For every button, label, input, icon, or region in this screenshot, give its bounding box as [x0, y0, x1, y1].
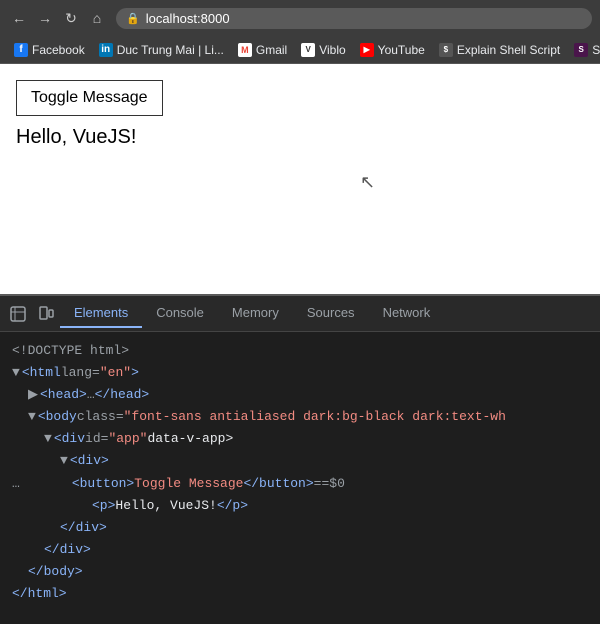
devtools-inspect-icon[interactable] [4, 302, 32, 326]
steam-slack-favicon: S [574, 43, 588, 57]
code-line-p: <p>Hello, VueJS!</p> [12, 495, 588, 517]
devtools-panel: Elements Console Memory Sources Network … [0, 294, 600, 624]
tab-memory[interactable]: Memory [218, 299, 293, 328]
nav-buttons: ← → ↻ ⌂ [8, 7, 108, 29]
explain-shell-favicon: $ [439, 43, 453, 57]
cursor-indicator: ↖ [360, 172, 375, 193]
head-expand-arrow[interactable]: ▶ [28, 384, 38, 406]
code-line-head: ▶ <head> … </head> [12, 384, 588, 406]
refresh-button[interactable]: ↻ [60, 7, 82, 29]
gmail-favicon: M [238, 43, 252, 57]
div-inner-expand-arrow[interactable]: ▼ [60, 450, 68, 472]
bookmark-explain-shell[interactable]: $ Explain Shell Script [433, 41, 566, 59]
viblo-favicon: V [301, 43, 315, 57]
nav-bar: ← → ↻ ⌂ 🔒 localhost:8000 [0, 0, 600, 36]
page-content: Toggle Message Hello, VueJS! ↖ [0, 64, 600, 294]
linkedin-favicon: in [99, 43, 113, 57]
code-line-button: … <button>Toggle Message</button> == $0 [12, 473, 588, 495]
code-line-div-close2: </div> [12, 539, 588, 561]
hello-text: Hello, VueJS! [16, 126, 584, 149]
bookmark-steam-slack-label: Steam-Slack [592, 43, 600, 57]
bookmark-youtube[interactable]: ▶ YouTube [354, 41, 431, 59]
bookmark-gmail[interactable]: M Gmail [232, 41, 293, 59]
code-line-div-app: ▼ <div id="app" data-v-app> [12, 428, 588, 450]
bookmark-gmail-label: Gmail [256, 43, 287, 57]
bookmark-explain-shell-label: Explain Shell Script [457, 43, 560, 57]
bookmark-youtube-label: YouTube [378, 43, 425, 57]
address-text: localhost:8000 [146, 11, 230, 26]
bookmark-linkedin-label: Duc Trung Mai | Li... [117, 43, 224, 57]
devtools-code-content: <!DOCTYPE html> ▼ <html lang="en" > ▶ <h… [0, 332, 600, 624]
code-line-html: ▼ <html lang="en" > [12, 362, 588, 384]
code-line-div-inner: ▼ <div> [12, 450, 588, 472]
bookmark-steam-slack[interactable]: S Steam-Slack [568, 41, 600, 59]
html-expand-arrow[interactable]: ▼ [12, 362, 20, 384]
code-line-html-close: </html> [12, 583, 588, 605]
tab-sources[interactable]: Sources [293, 299, 369, 328]
bookmarks-bar: f Facebook in Duc Trung Mai | Li... M Gm… [0, 36, 600, 64]
tab-elements[interactable]: Elements [60, 299, 142, 328]
youtube-favicon: ▶ [360, 43, 374, 57]
div-app-expand-arrow[interactable]: ▼ [44, 428, 52, 450]
bookmark-facebook[interactable]: f Facebook [8, 41, 91, 59]
toggle-message-button[interactable]: Toggle Message [16, 80, 163, 116]
code-line-div-close1: </div> [12, 517, 588, 539]
forward-button[interactable]: → [34, 7, 56, 29]
code-line-doctype: <!DOCTYPE html> [12, 340, 588, 362]
tab-console[interactable]: Console [142, 299, 218, 328]
devtools-device-icon[interactable] [32, 302, 60, 326]
home-button[interactable]: ⌂ [86, 7, 108, 29]
code-line-body: ▼ <body class="font-sans antialiased dar… [12, 406, 588, 428]
browser-chrome: ← → ↻ ⌂ 🔒 localhost:8000 f Facebook in D… [0, 0, 600, 64]
bookmark-linkedin[interactable]: in Duc Trung Mai | Li... [93, 41, 230, 59]
tab-network[interactable]: Network [369, 299, 445, 328]
address-bar[interactable]: 🔒 localhost:8000 [116, 8, 592, 29]
facebook-favicon: f [14, 43, 28, 57]
devtools-tabs: Elements Console Memory Sources Network [0, 296, 600, 332]
secure-icon: 🔒 [126, 12, 140, 25]
code-line-body-close: </body> [12, 561, 588, 583]
bookmark-viblo[interactable]: V Viblo [295, 41, 351, 59]
bookmark-facebook-label: Facebook [32, 43, 85, 57]
bookmark-viblo-label: Viblo [319, 43, 345, 57]
back-button[interactable]: ← [8, 7, 30, 29]
body-expand-arrow[interactable]: ▼ [28, 406, 36, 428]
